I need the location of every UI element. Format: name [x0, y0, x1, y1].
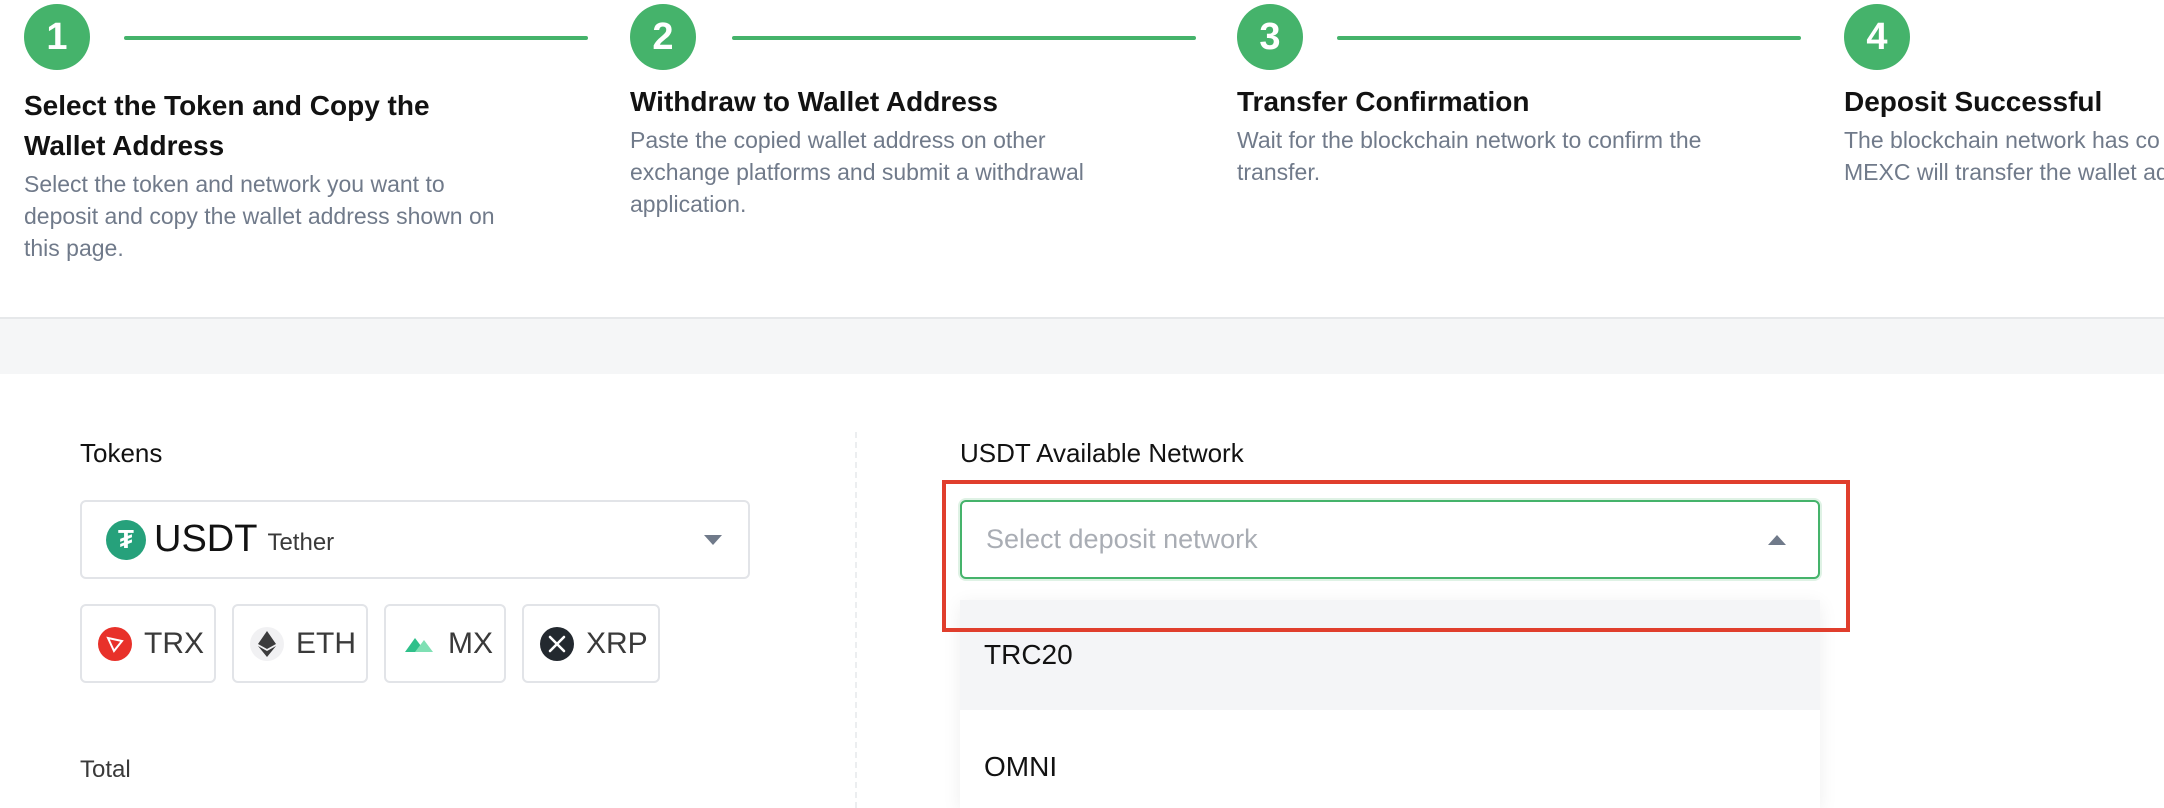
- step-description: The blockchain network has co transfer. …: [1844, 127, 2164, 185]
- chevron-up-icon: [1768, 535, 1786, 545]
- step-description: Select the token and network you want to…: [24, 171, 495, 261]
- step-number-circle: 2: [630, 4, 696, 70]
- network-dropdown: TRC20 OMNI: [960, 600, 1820, 808]
- step-2: 2 Withdraw to Wallet Address Paste the c…: [630, 4, 1196, 220]
- deposit-steps: 1 Select the Token and Copy the Wallet A…: [0, 0, 2164, 318]
- quick-token-xrp[interactable]: XRP: [522, 604, 660, 683]
- chip-label: ETH: [296, 626, 356, 660]
- step-title: Transfer Confirmation: [1237, 86, 1530, 117]
- network-label: USDT Available Network: [960, 438, 1244, 468]
- total-label: Total: [80, 756, 131, 783]
- quick-token-mx[interactable]: MX: [384, 604, 506, 683]
- step-4: 4 Deposit Successful The blockchain netw…: [1844, 4, 2164, 188]
- step-title: Deposit Successful: [1844, 86, 2103, 117]
- network-select[interactable]: Select deposit network: [960, 500, 1820, 579]
- chip-label: MX: [448, 626, 493, 660]
- step-3: 3 Transfer Confirmation Wait for the blo…: [1237, 4, 1801, 188]
- step-description: Wait for the blockchain network to confi…: [1237, 127, 1702, 185]
- chip-label: TRX: [144, 626, 204, 660]
- step-title: Select the Token and Copy the Wallet Add…: [24, 90, 430, 161]
- xrp-icon: [540, 626, 574, 661]
- network-placeholder: Select deposit network: [986, 524, 1258, 554]
- step-connector-line: [732, 36, 1196, 40]
- step-title: Withdraw to Wallet Address: [630, 86, 998, 117]
- network-option-trc20[interactable]: TRC20: [960, 600, 1820, 710]
- section-separator: [0, 317, 2164, 374]
- token-select[interactable]: ₮ USDT Tether: [80, 500, 750, 579]
- token-name: Tether: [267, 528, 335, 556]
- tron-icon: [98, 626, 132, 661]
- chip-label: XRP: [586, 626, 648, 660]
- step-number-circle: 1: [24, 4, 90, 70]
- tokens-label: Tokens: [80, 438, 163, 468]
- quick-token-trx[interactable]: TRX: [80, 604, 216, 683]
- token-symbol: USDT: [154, 518, 258, 560]
- step-1: 1 Select the Token and Copy the Wallet A…: [24, 4, 588, 264]
- step-connector-line: [124, 36, 588, 40]
- panel-divider: [855, 432, 857, 808]
- tether-icon: ₮: [106, 519, 146, 560]
- chevron-down-icon: [704, 535, 722, 545]
- step-description: Paste the copied wallet address on other…: [630, 127, 1084, 217]
- step-number-circle: 3: [1237, 4, 1303, 70]
- mx-icon: [402, 627, 436, 661]
- network-option-omni[interactable]: OMNI: [960, 712, 1820, 808]
- step-connector-line: [1337, 36, 1801, 40]
- quick-token-eth[interactable]: ETH: [232, 604, 368, 683]
- step-number-circle: 4: [1844, 4, 1910, 70]
- ethereum-icon: [250, 626, 284, 661]
